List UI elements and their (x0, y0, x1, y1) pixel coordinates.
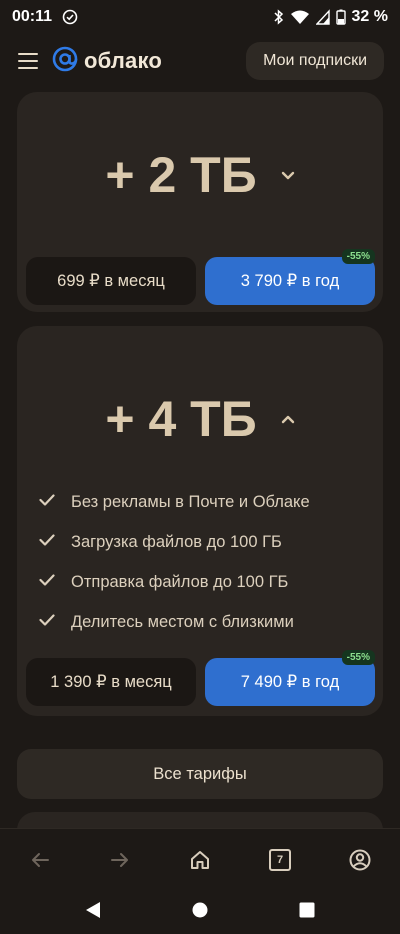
tabs-icon[interactable]: 7 (260, 840, 300, 880)
bluetooth-icon (274, 9, 284, 25)
battery-icon (335, 9, 346, 25)
plan-header-2tb[interactable]: + 2 ТБ (17, 146, 383, 204)
price-options: 699 ₽ в месяц 3 790 ₽ в год -55% (26, 249, 375, 305)
browser-toolbar: 7 (0, 828, 400, 891)
yearly-price-label: 7 490 ₽ в год (240, 673, 340, 691)
app-header: облако Мои подписки (0, 38, 400, 84)
forward-arrow-icon[interactable] (100, 840, 140, 880)
wifi-icon (290, 9, 310, 25)
plan-header-4tb[interactable]: + 4 ТБ (17, 390, 383, 448)
hamburger-menu-icon[interactable] (18, 53, 38, 69)
feature-item: Загрузка файлов до 100 ГБ (39, 522, 310, 562)
system-navigation-bar (0, 890, 400, 934)
yearly-price-label: 3 790 ₽ в год (240, 272, 340, 290)
feature-list: Без рекламы в Почте и Облаке Загрузка фа… (39, 482, 310, 642)
yearly-price-button[interactable]: 3 790 ₽ в год -55% (205, 249, 375, 305)
tab-count: 7 (269, 849, 291, 871)
feature-text: Отправка файлов до 100 ГБ (71, 572, 289, 591)
check-icon (39, 573, 55, 591)
feature-item: Отправка файлов до 100 ГБ (39, 562, 310, 602)
cloud-logo[interactable]: облако (52, 46, 162, 77)
price-options: 1 390 ₽ в месяц 7 490 ₽ в год -55% (26, 650, 375, 706)
feature-text: Загрузка файлов до 100 ГБ (71, 532, 282, 551)
all-plans-button[interactable]: Все тарифы (17, 749, 383, 799)
my-subscriptions-button[interactable]: Мои подписки (246, 42, 384, 80)
feature-text: Делитесь местом с близкими (71, 612, 294, 631)
check-icon (39, 493, 55, 511)
signal-icon (315, 9, 330, 25)
feature-text: Без рекламы в Почте и Облаке (71, 492, 310, 511)
feature-item: Без рекламы в Почте и Облаке (39, 482, 310, 522)
monthly-price-button[interactable]: 1 390 ₽ в месяц (26, 658, 196, 706)
discount-badge: -55% (341, 650, 375, 665)
back-arrow-icon[interactable] (20, 840, 60, 880)
plan-card-2tb: + 2 ТБ 699 ₽ в месяц 3 790 ₽ в год -55% (17, 92, 383, 312)
sync-icon (62, 9, 78, 25)
check-icon (39, 533, 55, 551)
logo-text: облако (84, 48, 163, 73)
battery-percent: 32 % (351, 8, 388, 25)
at-sign-logo-icon (52, 46, 78, 77)
chevron-up-icon[interactable] (281, 415, 295, 424)
recents-square-icon[interactable] (299, 902, 315, 923)
plan-title: + 2 ТБ (105, 147, 257, 203)
monthly-price-button[interactable]: 699 ₽ в месяц (26, 257, 196, 305)
status-bar: 00:11 32 % (0, 0, 400, 34)
yearly-price-button[interactable]: 7 490 ₽ в год -55% (205, 650, 375, 706)
discount-badge: -55% (341, 249, 375, 264)
feature-item: Делитесь местом с близкими (39, 602, 310, 642)
chevron-down-icon[interactable] (281, 171, 295, 180)
check-icon (39, 613, 55, 631)
plan-card-4tb: + 4 ТБ Без рекламы в Почте и Облаке Загр… (17, 326, 383, 716)
plan-title: + 4 ТБ (105, 391, 257, 447)
home-icon[interactable] (180, 840, 220, 880)
account-icon[interactable] (340, 840, 380, 880)
back-triangle-icon[interactable] (85, 901, 101, 924)
home-circle-icon[interactable] (192, 902, 208, 923)
status-time: 00:11 (12, 8, 53, 25)
